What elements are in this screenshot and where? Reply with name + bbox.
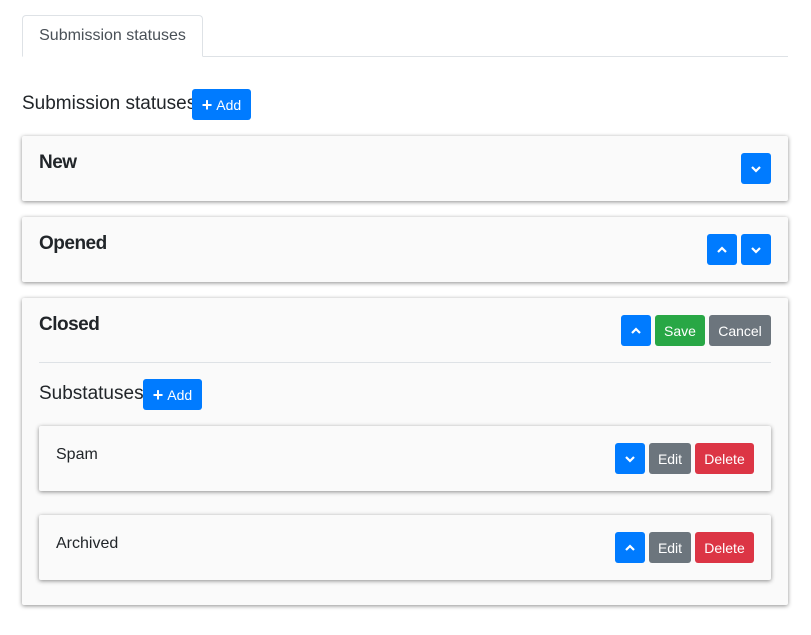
edit-button[interactable]: Edit bbox=[649, 443, 691, 474]
status-card-closed: Closed Save Cancel Substatuses + Add Spam… bbox=[22, 298, 788, 605]
plus-icon: + bbox=[201, 94, 213, 115]
tab-submission-statuses[interactable]: Submission statuses bbox=[22, 15, 203, 57]
move-up-button[interactable] bbox=[621, 315, 651, 346]
section-title: Submission statuses bbox=[22, 93, 197, 114]
status-card-opened: Opened bbox=[22, 217, 788, 282]
move-up-button[interactable] bbox=[615, 532, 645, 563]
move-up-button[interactable] bbox=[707, 234, 737, 265]
chevron-down-icon bbox=[625, 455, 635, 463]
add-label: Add bbox=[167, 386, 193, 403]
move-down-button[interactable] bbox=[741, 234, 771, 265]
delete-button[interactable]: Delete bbox=[695, 443, 754, 474]
chevron-down-icon bbox=[751, 165, 761, 173]
substatus-title: Archived bbox=[56, 535, 119, 552]
substatuses-title: Substatuses bbox=[39, 383, 144, 404]
status-card-new: New bbox=[22, 136, 788, 201]
edit-button[interactable]: Edit bbox=[649, 532, 691, 563]
add-status-button[interactable]: + Add bbox=[192, 89, 251, 120]
chevron-up-icon bbox=[625, 543, 635, 551]
substatus-card-spam: Spam Edit Delete bbox=[39, 426, 771, 491]
save-button[interactable]: Save bbox=[655, 315, 705, 346]
cancel-button[interactable]: Cancel bbox=[709, 315, 771, 346]
status-title: New bbox=[39, 152, 77, 173]
chevron-up-icon bbox=[631, 326, 641, 334]
add-label: Add bbox=[216, 96, 242, 113]
chevron-down-icon bbox=[751, 246, 761, 254]
add-substatus-button[interactable]: + Add bbox=[143, 379, 202, 410]
move-down-button[interactable] bbox=[741, 153, 771, 184]
substatus-title: Spam bbox=[56, 446, 98, 463]
status-title: Opened bbox=[39, 233, 107, 254]
chevron-up-icon bbox=[717, 245, 727, 253]
status-title: Closed bbox=[39, 314, 100, 335]
plus-icon: + bbox=[152, 384, 164, 405]
delete-button[interactable]: Delete bbox=[695, 532, 754, 563]
divider bbox=[39, 362, 771, 363]
move-down-button[interactable] bbox=[615, 443, 645, 474]
substatus-card-archived: Archived Edit Delete bbox=[39, 515, 771, 580]
